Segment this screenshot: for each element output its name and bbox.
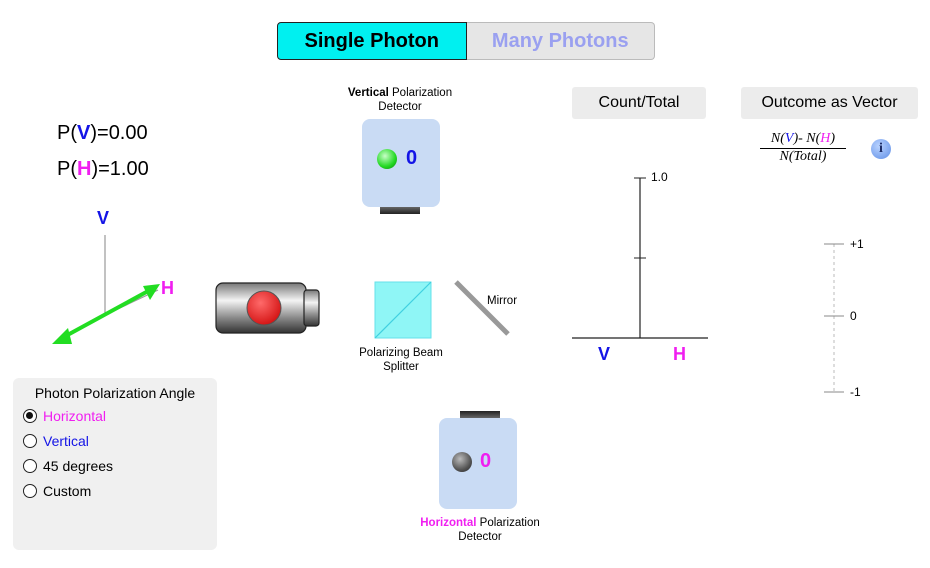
polarizing-beam-splitter	[374, 281, 432, 339]
info-icon[interactable]: i	[871, 139, 891, 159]
option-vertical-label: Vertical	[43, 433, 89, 449]
vertical-detector	[362, 119, 440, 207]
vector-scale	[824, 243, 844, 393]
axis-h-label: H	[161, 278, 174, 298]
horizontal-detector	[439, 418, 517, 509]
horizontal-detector-lamp	[452, 452, 472, 472]
polarization-angle-title: Photon Polarization Angle	[34, 385, 196, 401]
outcome-vector-title: Outcome as Vector	[741, 87, 918, 119]
chart-h-label: H	[673, 344, 686, 364]
formula-numerator: N(V)- N(H)	[760, 131, 846, 149]
formula-denominator: N(Total)	[779, 149, 827, 164]
vertical-detector-count: 0	[406, 147, 418, 169]
vector-tick-minus-label: -1	[850, 385, 861, 399]
radio-vertical[interactable]	[23, 434, 37, 448]
horizontal-detector-count: 0	[480, 450, 492, 472]
horizontal-detector-label: Horizontal Polarization Detector	[420, 517, 540, 543]
count-total-chart	[572, 177, 708, 339]
count-total-title: Count/Total	[572, 87, 706, 119]
chart-tick-top-label: 1.0	[651, 170, 668, 184]
option-45-degrees-label: 45 degrees	[43, 458, 114, 474]
horizontal-detector-port	[460, 411, 500, 418]
axis-v-label: V	[97, 208, 110, 228]
source-nozzle	[303, 289, 320, 327]
vertical-detector-label: Vertical Polarization Detector	[347, 87, 453, 113]
radio-45-degrees[interactable]	[23, 459, 37, 473]
prob-h-prefix: P(	[57, 158, 77, 180]
beam-splitter-label: Polarizing Beam Splitter	[359, 347, 443, 373]
prob-h-letter: H	[77, 158, 92, 180]
photon-source-button[interactable]	[214, 280, 324, 338]
prob-h-value: 1.00	[109, 158, 149, 180]
single-photon-button[interactable]: Single Photon	[277, 22, 467, 60]
mirror	[454, 280, 510, 336]
prob-h-suffix: )=	[91, 158, 110, 180]
arrow-head-left	[52, 328, 72, 344]
vertical-detector-port	[380, 207, 420, 214]
option-horizontal-label: Horizontal	[43, 408, 107, 424]
many-photons-button[interactable]: Many Photons	[466, 22, 655, 60]
outcome-formula: N(V)- N(H) N(Total)	[760, 131, 846, 165]
prob-v-value: 0.00	[108, 122, 148, 144]
polarization-angle-panel: Photon Polarization Angle Horizontal Ver…	[13, 378, 217, 550]
prob-v-prefix: P(	[57, 122, 77, 144]
prob-v-suffix: )=	[90, 122, 109, 144]
vector-tick-zero-label: 0	[850, 309, 857, 323]
mirror-label: Mirror	[487, 295, 518, 307]
fire-button[interactable]	[246, 290, 282, 326]
vector-tick-plus-label: +1	[850, 237, 864, 251]
probability-v: P(V)=0.00	[57, 122, 148, 145]
option-horizontal[interactable]: Horizontal	[23, 408, 106, 424]
mode-toggle: Single Photon Many Photons	[277, 22, 655, 60]
option-45-degrees[interactable]: 45 degrees	[23, 458, 113, 474]
radio-custom[interactable]	[23, 484, 37, 498]
probability-h: P(H)=1.00	[57, 158, 149, 181]
vertical-detector-lamp	[377, 149, 397, 169]
option-custom[interactable]: Custom	[23, 483, 91, 499]
option-vertical[interactable]: Vertical	[23, 433, 89, 449]
polarization-arrow[interactable]	[61, 288, 151, 340]
option-custom-label: Custom	[43, 483, 92, 499]
prob-v-letter: V	[77, 122, 91, 144]
radio-horizontal[interactable]	[23, 409, 37, 423]
chart-v-label: V	[598, 344, 611, 364]
